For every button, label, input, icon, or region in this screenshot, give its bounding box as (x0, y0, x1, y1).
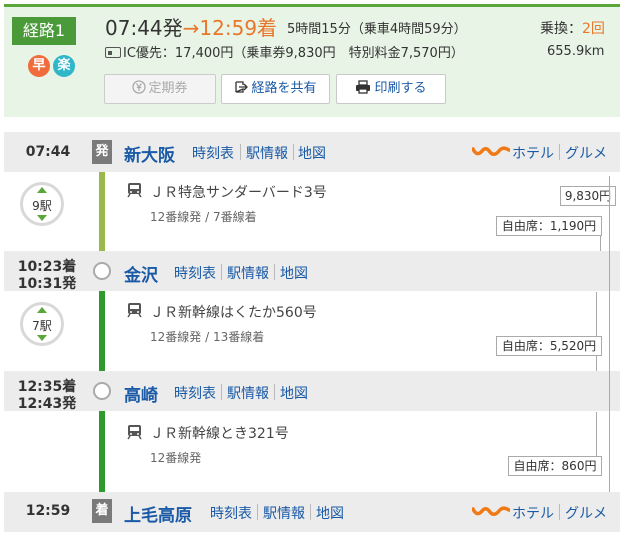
depart-tag: 発 (92, 140, 112, 164)
seat-fare: 自由席：5,520円 (496, 336, 602, 356)
train-name[interactable]: ＪＲ新幹線とき321号 (150, 423, 289, 443)
departure-time: 10:31発 (17, 276, 77, 292)
track-info: 12番線発 / 13番線着 (150, 330, 265, 344)
route-number-badge: 経路1 (12, 17, 76, 45)
commuter-pass-label: 定期券 (148, 81, 188, 96)
link-separator (559, 144, 560, 160)
station-info-link[interactable]: 駅情報 (227, 383, 269, 403)
fastest-badge-icon: 早 (28, 55, 50, 77)
fare-bracket (596, 292, 597, 336)
track-info: 12番線発 (150, 451, 202, 465)
hotel-logo-icon (472, 146, 510, 156)
ic-card-icon (105, 47, 121, 58)
link-separator (257, 504, 258, 520)
train-icon (127, 425, 142, 440)
station-name[interactable]: 新大阪 (124, 141, 175, 166)
link-separator (274, 264, 275, 280)
station-dot (93, 262, 111, 280)
arrive-time: 12:59着 (199, 16, 278, 40)
print-button[interactable]: 印刷する (336, 74, 446, 104)
route-time-range: 07:44発→12:59着 (105, 12, 277, 41)
train-name[interactable]: ＪＲ新幹線はくたか560号 (150, 302, 317, 322)
timetable-link[interactable]: 時刻表 (192, 143, 234, 163)
arrival-time: 12:59 (25, 503, 71, 519)
train-name[interactable]: ＪＲ特急サンダーバード3号 (150, 182, 327, 202)
departure-time: 07:44 (25, 144, 71, 160)
map-link[interactable]: 地図 (298, 143, 326, 163)
map-link[interactable]: 地図 (316, 503, 344, 523)
link-separator (240, 144, 241, 160)
yen-coin-icon (132, 80, 147, 94)
gourmet-link[interactable]: グルメ (565, 503, 607, 523)
hotel-link[interactable]: ホテル (512, 143, 554, 163)
timetable-link[interactable]: 時刻表 (174, 383, 216, 403)
transfer-value: 2回 (582, 21, 605, 37)
stops-count-button[interactable]: 9駅 (20, 182, 64, 226)
fare-bracket (596, 412, 597, 456)
print-label: 印刷する (374, 81, 427, 96)
arrive-tag: 着 (92, 499, 112, 523)
station-name[interactable]: 高崎 (124, 381, 158, 406)
fare-summary: IC優先：17,400円（乗車券9,830円 特別料金7,570円） (105, 42, 464, 61)
stops-count-label: 7駅 (32, 319, 52, 333)
hotel-link[interactable]: ホテル (512, 503, 554, 523)
chevron-up-icon (37, 187, 47, 193)
chevron-down-icon (37, 215, 47, 221)
track-info: 12番線発 / 7番線着 (150, 210, 257, 224)
map-link[interactable]: 地図 (280, 263, 308, 283)
printer-icon (356, 80, 371, 94)
station-info-link[interactable]: 駅情報 (227, 263, 269, 283)
timetable-link[interactable]: 時刻表 (174, 263, 216, 283)
seat-fare: 自由席：860円 (508, 456, 602, 476)
seat-fare: 自由席：1,190円 (496, 216, 602, 236)
station-dot (93, 382, 111, 400)
transfer-label: 乗換： (540, 21, 582, 37)
commuter-pass-button[interactable]: 定期券 (104, 74, 216, 104)
fare-text: IC優先：17,400円（乗車券9,830円 特別料金7,570円） (123, 46, 464, 61)
link-separator (293, 144, 294, 160)
departure-time: 12:43発 (17, 396, 77, 412)
easiest-badge-icon: 楽 (53, 55, 75, 77)
share-route-button[interactable]: 経路を共有 (221, 74, 330, 104)
map-link[interactable]: 地図 (280, 383, 308, 403)
link-separator (221, 384, 222, 400)
timetable-link[interactable]: 時刻表 (210, 503, 252, 523)
hotel-logo-icon (472, 506, 510, 516)
base-fare-bracket (609, 176, 610, 492)
link-separator (559, 504, 560, 520)
arrow-icon: → (182, 16, 200, 40)
chevron-down-icon (37, 335, 47, 341)
route-distance: 655.9km (547, 44, 605, 59)
station-info-link[interactable]: 駅情報 (246, 143, 288, 163)
link-separator (221, 264, 222, 280)
link-separator (274, 384, 275, 400)
share-icon (235, 81, 249, 93)
base-fare: 9,830円 (560, 186, 616, 206)
train-icon (127, 183, 142, 198)
route-duration: 5時間15分（乗車4時間59分） (287, 22, 467, 37)
transfer-count: 乗換：2回 (540, 18, 605, 38)
station-name[interactable]: 金沢 (124, 261, 158, 286)
share-route-label: 経路を共有 (251, 81, 317, 96)
stops-count-label: 9駅 (32, 199, 52, 213)
station-info-link[interactable]: 駅情報 (263, 503, 305, 523)
chevron-up-icon (37, 307, 47, 313)
station-name[interactable]: 上毛高原 (124, 501, 192, 526)
train-icon (127, 303, 142, 318)
gourmet-link[interactable]: グルメ (565, 143, 607, 163)
link-separator (310, 504, 311, 520)
depart-time: 07:44発 (105, 16, 183, 40)
stops-count-button[interactable]: 7駅 (20, 302, 64, 346)
